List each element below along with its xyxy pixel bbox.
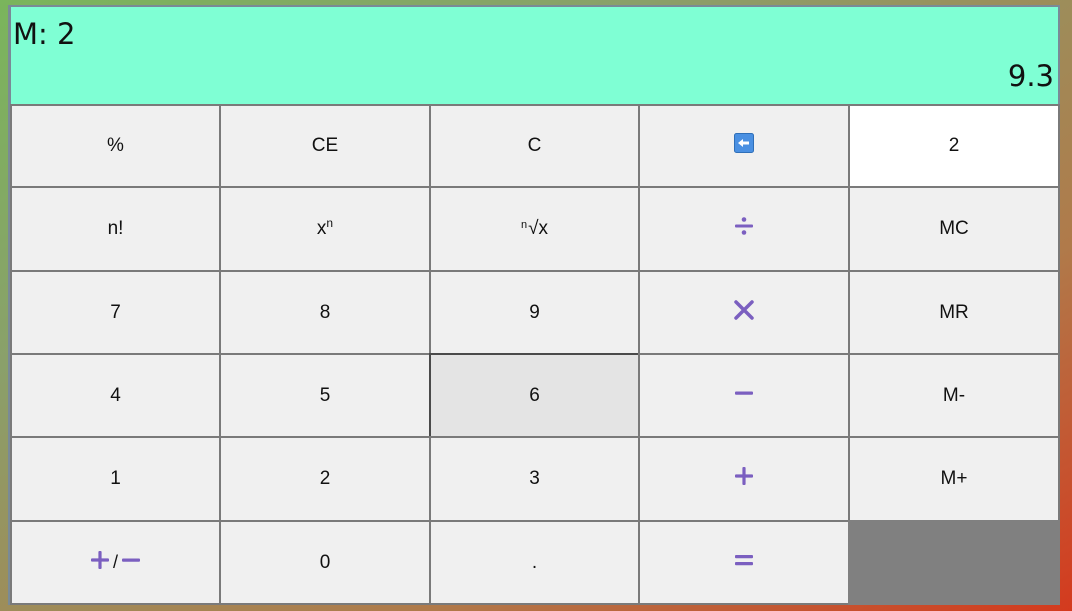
digit-4-label: 4 [110, 384, 121, 406]
digit-0-label: 0 [319, 551, 331, 573]
plus-icon [89, 549, 111, 577]
clear-label: C [527, 135, 542, 156]
memory-clear-label: MC [939, 218, 969, 239]
memory-subtract-label: M- [942, 384, 966, 406]
digit-9-button[interactable]: 9 [429, 270, 640, 355]
digit-7-button[interactable]: 7 [10, 270, 221, 355]
clear-entry-label: CE [311, 135, 339, 156]
nth-root-button[interactable]: n √x [429, 186, 640, 272]
digit-1-label: 1 [110, 468, 121, 489]
memory-add-label: M+ [940, 468, 968, 489]
root-body-label: √x [528, 218, 549, 239]
clear-button[interactable]: C [429, 104, 640, 188]
digit-5-label: 5 [319, 384, 331, 406]
equals-icon [733, 549, 755, 577]
minus-icon [733, 382, 755, 410]
digit-3-button[interactable]: 3 [429, 436, 640, 522]
power-button[interactable]: xn [219, 186, 431, 272]
digit-9-label: 9 [529, 301, 540, 323]
divide-button[interactable] [638, 186, 850, 272]
empty-slot [848, 520, 1060, 605]
digit-8-button[interactable]: 8 [219, 270, 431, 355]
memory-value-display: 2 [848, 104, 1060, 188]
plus-icon [733, 465, 755, 493]
backspace-icon [734, 133, 754, 159]
digit-6-label: 6 [529, 384, 540, 406]
digit-1-button[interactable]: 1 [10, 436, 221, 522]
memory-add-button[interactable]: M+ [848, 436, 1060, 522]
backspace-button[interactable] [638, 104, 850, 188]
percent-label: % [107, 135, 124, 156]
digit-4-button[interactable]: 4 [10, 353, 221, 438]
result-display: 9.3 [1007, 59, 1054, 93]
multiply-button[interactable] [638, 270, 850, 355]
display: M: 2 9.3 [11, 7, 1058, 105]
minus-icon [120, 549, 142, 577]
add-button[interactable] [638, 436, 850, 522]
digit-6-button[interactable]: 6 [429, 353, 640, 438]
equals-button[interactable] [638, 520, 850, 605]
multiply-icon [733, 299, 755, 327]
memory-recall-label: MR [939, 301, 969, 323]
divide-icon [733, 215, 755, 243]
digit-8-label: 8 [319, 301, 331, 323]
digit-0-button[interactable]: 0 [219, 520, 431, 605]
subtract-button[interactable] [638, 353, 850, 438]
memory-recall-button[interactable]: MR [848, 270, 1060, 355]
memory-value-label: 2 [948, 135, 960, 156]
decimal-button[interactable]: . [429, 520, 640, 605]
keypad: % CE C 2 n! xn n √x MC 7 8 9 MR 4 5 6 M-… [10, 104, 1060, 605]
power-base-label: x [316, 218, 327, 239]
root-index-label: n [520, 219, 528, 231]
negate-button[interactable]: / [10, 520, 221, 605]
power-exp-label: n [326, 216, 334, 230]
percent-button[interactable]: % [10, 104, 221, 188]
memory-indicator: M: 2 [13, 17, 76, 51]
digit-5-button[interactable]: 5 [219, 353, 431, 438]
clear-entry-button[interactable]: CE [219, 104, 431, 188]
digit-7-label: 7 [110, 301, 121, 323]
digit-2-label: 2 [319, 468, 331, 489]
decimal-label: . [531, 551, 538, 573]
window-frame: M: 2 9.3 % CE C 2 n! xn n √x MC 7 8 9 MR… [0, 0, 1072, 611]
calculator: M: 2 9.3 % CE C 2 n! xn n √x MC 7 8 9 MR… [8, 5, 1060, 605]
digit-2-button[interactable]: 2 [219, 436, 431, 522]
factorial-button[interactable]: n! [10, 186, 221, 272]
negate-separator: / [112, 552, 118, 572]
digit-3-label: 3 [529, 468, 540, 489]
memory-clear-button[interactable]: MC [848, 186, 1060, 272]
factorial-label: n! [107, 218, 124, 239]
memory-subtract-button[interactable]: M- [848, 353, 1060, 438]
